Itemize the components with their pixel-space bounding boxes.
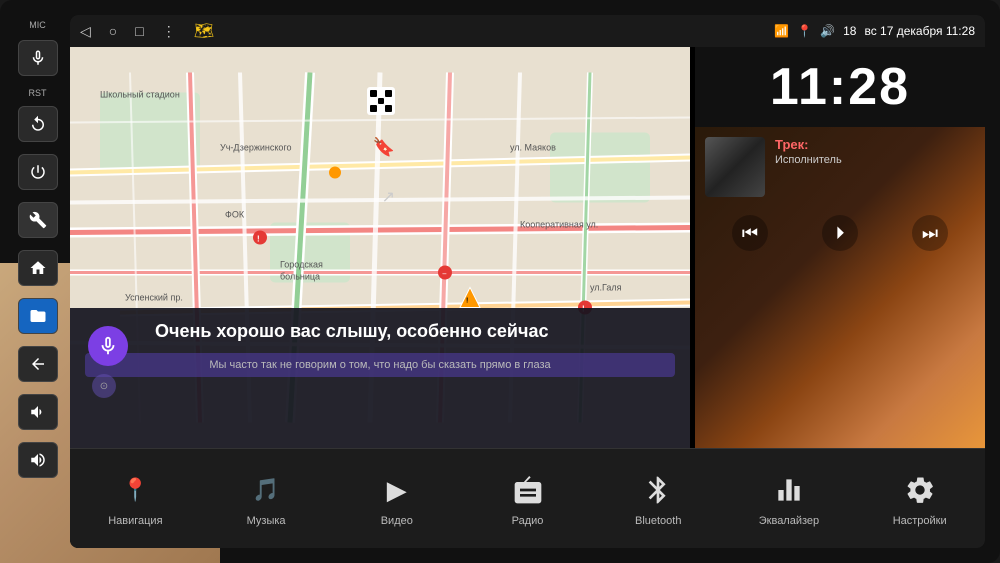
svg-text:Городская: Городская [280, 260, 323, 270]
back-nav-icon[interactable]: ◁ [80, 23, 91, 40]
recent-nav-icon[interactable]: □ [135, 23, 143, 39]
svg-text:Кооперативная ул.: Кооперативная ул. [520, 220, 598, 230]
menu-item-bluetooth[interactable]: Bluetooth [593, 462, 724, 535]
voice-circle-icon [88, 326, 128, 366]
yandex-nav-icon: 🗺 [194, 21, 214, 41]
play-button[interactable]: ⏵ [822, 215, 858, 251]
settings-icon [900, 470, 940, 510]
voice-text-area: Очень хорошо вас слышу, особенно сейчас [140, 308, 690, 349]
svg-text:!: ! [466, 298, 468, 305]
media-controls: ⏮ ⏵ ⏭ [705, 207, 975, 259]
video-label: Видео [381, 515, 413, 527]
power-button[interactable] [18, 154, 58, 190]
track-name-label: Трек: [775, 137, 975, 152]
svg-text:ФОК: ФОК [225, 210, 245, 220]
home-button[interactable] [18, 250, 58, 286]
mic-button[interactable] [18, 40, 58, 76]
main-screen: ◁ ○ □ ⋮ 🗺 📶 📍 🔊 18 вс 17 декабря 11:28 [70, 15, 985, 548]
volume-icon: 🔊 [820, 24, 835, 38]
navigation-icon: 📍 [115, 470, 155, 510]
music-label: Музыка [247, 515, 286, 527]
track-info: Трек: Исполнитель [775, 137, 975, 166]
home-nav-icon[interactable]: ○ [109, 23, 117, 39]
svg-text:больница: больница [280, 272, 320, 282]
svg-text:Успенский пр.: Успенский пр. [125, 293, 183, 303]
bookmark-icon[interactable]: 🔖 [373, 137, 395, 158]
media-player: Трек: Исполнитель ⏮ ⏵ ⏭ [695, 127, 985, 448]
voice-overlay: Очень хорошо вас слышу, особенно сейчас … [70, 308, 690, 448]
music-icon: 🎵 [246, 470, 286, 510]
share-icon[interactable]: ↗ [382, 187, 395, 207]
menu-item-video[interactable]: ▶ Видео [331, 462, 462, 535]
bluetooth-label: Bluetooth [635, 515, 681, 527]
left-button-panel: MIC RST [10, 20, 65, 480]
menu-item-navigation[interactable]: 📍 Навигация [70, 462, 201, 535]
video-icon: ▶ [377, 470, 417, 510]
folder-button[interactable] [18, 298, 58, 334]
status-bar-right: 📶 📍 🔊 18 вс 17 декабря 11:28 [774, 24, 975, 38]
menu-item-settings[interactable]: Настройки [854, 462, 985, 535]
svg-text:Уч-Дзержинского: Уч-Дзержинского [220, 143, 292, 153]
bottom-menu: 📍 Навигация 🎵 Музыка ▶ Видео Радио [70, 448, 985, 548]
next-button[interactable]: ⏭ [912, 215, 948, 251]
back-button[interactable] [18, 346, 58, 382]
svg-text:−: − [442, 270, 447, 279]
svg-text:Школьный стадион: Школьный стадион [100, 90, 180, 100]
volume-level: 18 [843, 24, 856, 38]
menu-item-equalizer[interactable]: Эквалайзер [724, 462, 855, 535]
menu-item-music[interactable]: 🎵 Музыка [201, 462, 332, 535]
svg-text:ул.Галя: ул.Галя [590, 283, 622, 293]
bluetooth-icon [638, 470, 678, 510]
svg-text:ул. Маяков: ул. Маяков [510, 143, 556, 153]
voice-sub-text: Мы часто так не говорим о том, что надо … [85, 353, 675, 377]
settings-label: Настройки [893, 515, 947, 527]
vol-down-button[interactable] [18, 442, 58, 478]
datetime-display: вс 17 декабря 11:28 [864, 24, 975, 38]
vol-up-button[interactable] [18, 394, 58, 430]
voice-small-icon: ⊙ [92, 374, 116, 398]
status-bar: ◁ ○ □ ⋮ 🗺 📶 📍 🔊 18 вс 17 декабря 11:28 [70, 15, 985, 47]
rst-button[interactable] [18, 106, 58, 142]
radio-label: Радио [512, 515, 544, 527]
wifi-icon: 📶 [774, 24, 789, 38]
location-icon: 📍 [797, 24, 812, 38]
svg-text:!: ! [257, 235, 260, 244]
track-artist: Исполнитель [775, 154, 975, 166]
right-panel: 11:28 Трек: Исполнитель ⏮ ⏵ ⏭ [695, 47, 985, 448]
android-nav: ◁ ○ □ ⋮ 🗺 [80, 21, 214, 41]
radio-icon [508, 470, 548, 510]
wrench-button[interactable] [18, 202, 58, 238]
clock-time: 11:28 [710, 57, 970, 117]
equalizer-label: Эквалайзер [759, 515, 819, 527]
qr-icon[interactable] [367, 87, 395, 115]
mic-label: MIC [29, 20, 46, 30]
map-area[interactable]: Уч-Дзержинского Школьный стадион ул. Мая… [70, 47, 690, 448]
album-art [705, 137, 765, 197]
device-frame: MIC RST [0, 0, 1000, 563]
navigation-label: Навигация [108, 515, 162, 527]
voice-main-text: Очень хорошо вас слышу, особенно сейчас [140, 308, 690, 349]
more-nav-icon[interactable]: ⋮ [162, 23, 176, 40]
clock-display: 11:28 [695, 47, 985, 127]
prev-button[interactable]: ⏮ [732, 215, 768, 251]
equalizer-icon [769, 470, 809, 510]
rst-label: RST [29, 88, 47, 98]
media-top: Трек: Исполнитель [705, 137, 975, 197]
menu-item-radio[interactable]: Радио [462, 462, 593, 535]
